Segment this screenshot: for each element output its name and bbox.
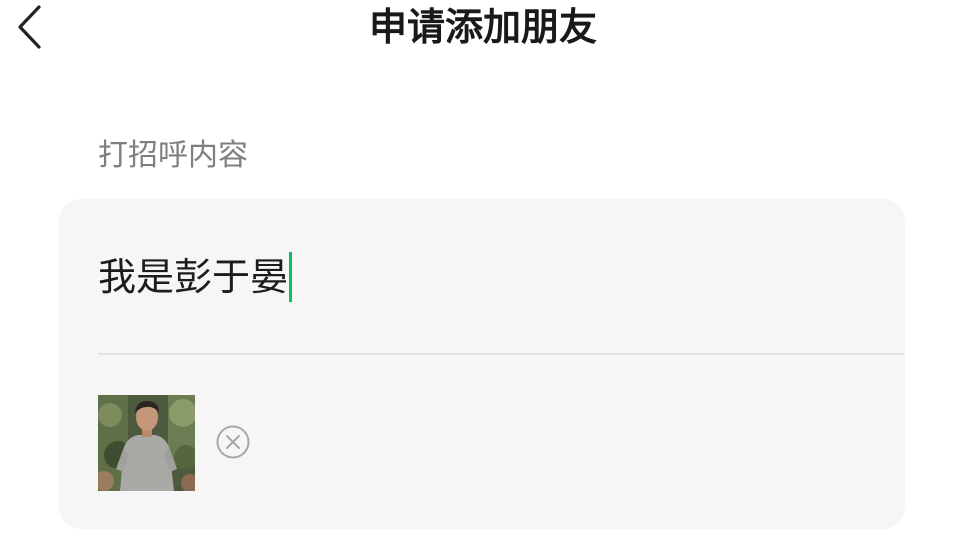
greeting-section-label: 打招呼内容: [98, 138, 248, 173]
page-title: 申请添加朋友: [368, 5, 597, 49]
greeting-input-value: 我是彭于晏: [98, 255, 289, 299]
greeting-input[interactable]: 我是彭于晏: [98, 247, 293, 307]
greeting-card: 我是彭于晏: [59, 199, 905, 529]
circle-x-icon: [216, 425, 250, 459]
photo-thumbnail[interactable]: [98, 395, 195, 491]
person-photo: [98, 395, 195, 491]
nav-bar: 申请添加朋友: [0, 0, 960, 60]
text-caret: [289, 252, 293, 302]
remove-photo-button[interactable]: [215, 424, 251, 460]
divider: [98, 353, 905, 355]
